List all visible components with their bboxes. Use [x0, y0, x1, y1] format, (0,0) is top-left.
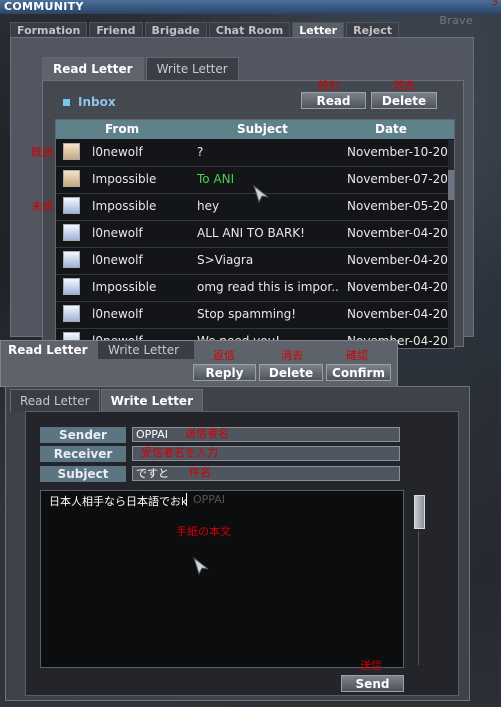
- tab-write-letter-2[interactable]: Write Letter: [98, 341, 194, 359]
- body-scroll-track: [418, 531, 419, 665]
- jp-sender-note: 送信者名: [185, 427, 229, 440]
- row-subject: To ANI: [197, 172, 235, 186]
- row-subject: S>Viagra: [197, 253, 254, 267]
- row-subject: omg read this is impor..: [197, 280, 339, 294]
- subject-input[interactable]: ですと 件名: [132, 466, 400, 481]
- unread-letter-icon: [63, 278, 80, 295]
- corner-number: 3: [491, 0, 498, 8]
- tab-read-letter-3[interactable]: Read Letter: [10, 389, 100, 412]
- inbox-bullet-icon: [63, 98, 70, 106]
- row-date: November-07-2008: [347, 172, 455, 186]
- window-title: COMMUNITY: [4, 0, 84, 13]
- confirm-button[interactable]: Confirm: [326, 364, 391, 381]
- tab-write-letter-3[interactable]: Write Letter: [100, 389, 203, 412]
- unread-letter-icon: [63, 224, 80, 241]
- row-date: November-05-2008: [347, 199, 455, 213]
- table-row[interactable]: l0newolf Stop spamming! November-04-2008: [56, 301, 454, 329]
- row-from: l0newolf: [92, 145, 143, 159]
- player-name: Brave: [439, 14, 473, 27]
- list-scrollbar[interactable]: [448, 140, 454, 348]
- subject-value: ですと: [136, 467, 169, 480]
- inbox-label: Inbox: [78, 95, 116, 109]
- jp-body-note: 手紙の本文: [176, 525, 231, 538]
- tab-write-letter[interactable]: Write Letter: [145, 57, 239, 80]
- unread-letter-icon: [63, 251, 80, 268]
- inbox-heading: Inbox: [63, 95, 116, 109]
- text-caret: [186, 493, 187, 506]
- list-header: From Subject Date: [56, 120, 454, 139]
- inbox-list: From Subject Date l0newolf? November-10-2…: [55, 119, 455, 349]
- table-row[interactable]: Impossible omg read this is impor.. Novemb…: [56, 274, 454, 302]
- sender-label: Sender: [40, 427, 126, 443]
- unread-letter-icon: [63, 197, 80, 214]
- table-row[interactable]: l0newolf S>Viagra November-04-2008: [56, 247, 454, 275]
- letter-body-text: 日本人相手なら日本語でおk: [49, 495, 188, 508]
- jp-read-mark: 既読: [31, 146, 53, 159]
- reply-button[interactable]: Reply: [193, 364, 256, 381]
- row-from: l0newolf: [92, 226, 143, 240]
- tab-read-letter[interactable]: Read Letter: [42, 57, 144, 80]
- write-subtabs: Read Letter Write Letter: [10, 389, 204, 412]
- body-scrollbar[interactable]: [412, 491, 425, 667]
- jp-read-label: 読む: [318, 79, 340, 92]
- row-from: Impossible: [92, 280, 157, 294]
- sender-value: OPPAI: [136, 428, 168, 441]
- col-subject[interactable]: Subject: [237, 122, 288, 136]
- sender-field[interactable]: OPPAI 送信者名: [132, 427, 400, 442]
- row-from: Impossible: [92, 172, 157, 186]
- jp-subject-note: 件名: [189, 466, 211, 479]
- jp-delete-label-2: 消去: [281, 349, 303, 362]
- jp-unread-mark: 未読: [31, 200, 53, 213]
- window-titlebar[interactable]: COMMUNITY Brave: [0, 0, 501, 27]
- row-subject: Stop spamming!: [197, 307, 297, 321]
- row-subject: hey: [197, 199, 220, 213]
- receiver-input[interactable]: 受信者名を入力: [132, 446, 400, 461]
- row-date: November-04-2008: [347, 307, 455, 321]
- send-button[interactable]: Send: [341, 675, 404, 692]
- row-date: November-10-2008: [347, 145, 455, 159]
- scroll-thumb[interactable]: [448, 170, 454, 200]
- table-row[interactable]: Impossible hey November-05-2008: [56, 193, 454, 221]
- mail-subtabs: Read Letter Write Letter: [42, 57, 241, 80]
- letter-body-textarea[interactable]: 日本人相手なら日本語でおk OPPAI 手紙の本文: [40, 490, 404, 668]
- row-from: Impossible: [92, 199, 157, 213]
- row-from: l0newolf: [92, 253, 143, 267]
- read-button[interactable]: Read: [301, 92, 366, 109]
- row-date: November-04-2008: [347, 226, 455, 240]
- community-tabs: Formation Friend Brigade Chat Room Lette…: [10, 22, 401, 39]
- row-date: November-04-2008: [347, 280, 455, 294]
- jp-receiver-note: 受信者名を入力: [141, 446, 218, 459]
- table-row[interactable]: l0newolf ALL ANI TO BARK! November-04-2008: [56, 220, 454, 248]
- row-subject: ?: [197, 145, 204, 159]
- pointer-cursor-icon-2: [193, 557, 209, 575]
- opened-letter-icon: [63, 143, 80, 160]
- tab-read-letter-2[interactable]: Read Letter: [8, 341, 88, 359]
- row-date: November-04-2008: [347, 253, 455, 267]
- subject-label: Subject: [40, 466, 126, 482]
- unread-letter-icon: [63, 305, 80, 322]
- jp-reply-label: 返信: [213, 349, 235, 362]
- receiver-label: Receiver: [40, 446, 126, 462]
- pointer-cursor-icon: [253, 185, 269, 203]
- table-row[interactable]: Impossible To ANI November-07-2008: [56, 166, 454, 194]
- row-from: l0newolf: [92, 307, 143, 321]
- jp-send-label: 送信: [360, 659, 382, 672]
- row-subject: ALL ANI TO BARK!: [197, 226, 305, 240]
- table-row[interactable]: l0newolf? November-10-2008: [56, 139, 454, 167]
- letter-body-ghost-text: OPPAI: [193, 493, 225, 506]
- delete-letter-button[interactable]: Delete: [259, 364, 323, 381]
- jp-confirm-label: 確認: [346, 349, 368, 362]
- delete-button[interactable]: Delete: [371, 92, 437, 109]
- jp-delete-label: 消去: [393, 79, 415, 92]
- body-scroll-thumb[interactable]: [414, 495, 425, 529]
- col-from[interactable]: From: [105, 122, 139, 136]
- opened-letter-icon: [63, 170, 80, 187]
- col-date[interactable]: Date: [375, 122, 407, 136]
